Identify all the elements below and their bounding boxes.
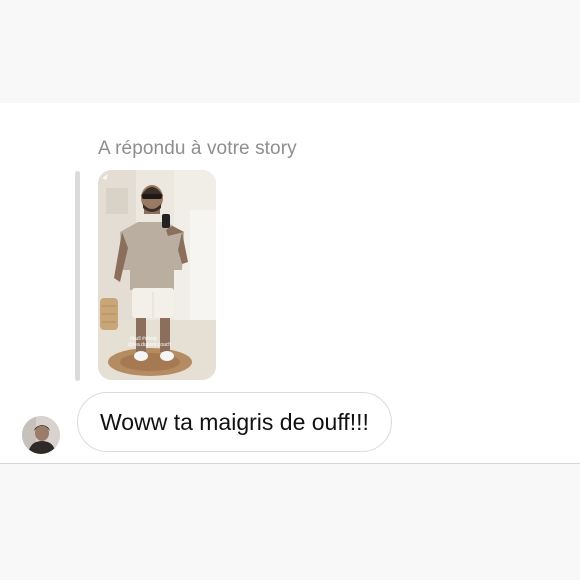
message-text: Woww ta maigris de ouff!!! bbox=[100, 408, 369, 435]
svg-text:@lea.dupont.coach: @lea.dupont.coach bbox=[128, 342, 171, 348]
header-area bbox=[0, 0, 580, 103]
story-reply-label: A répondu à votre story bbox=[98, 138, 297, 159]
reply-quote-bar bbox=[75, 171, 80, 381]
avatar-photo-icon bbox=[22, 416, 60, 454]
message-bubble[interactable]: Woww ta maigris de ouff!!! bbox=[77, 392, 392, 452]
story-photo-icon: #pull #sleep @lea.dupont.coach bbox=[98, 170, 216, 380]
sender-avatar[interactable] bbox=[22, 416, 60, 454]
composer-area bbox=[0, 464, 580, 580]
story-thumbnail[interactable]: #pull #sleep @lea.dupont.coach bbox=[98, 170, 216, 380]
